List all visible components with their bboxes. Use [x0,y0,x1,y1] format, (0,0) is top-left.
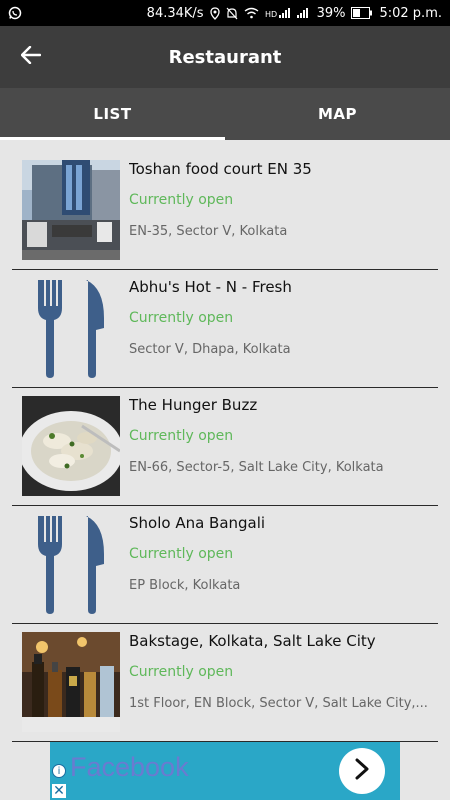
restaurant-address: 1st Floor, EN Block, Sector V, Salt Lake… [129,696,428,711]
mute-icon [226,7,238,20]
restaurant-name: Abhu's Hot - N - Fresh [129,278,292,296]
ad-banner[interactable]: i ✕ Facebook [50,742,400,800]
whatsapp-icon [8,6,22,20]
open-status: Currently open [129,664,234,680]
open-status: Currently open [129,310,234,326]
tab-map[interactable]: MAP [225,88,450,140]
list-item[interactable]: Abhu's Hot - N - Fresh Currently open Se… [12,270,438,388]
restaurant-name: Sholo Ana Bangali [129,514,266,532]
open-status: Currently open [129,428,234,444]
battery-icon [351,7,373,19]
restaurant-name: Bakstage, Kolkata, Salt Lake City [129,632,376,650]
restaurant-address: EN-35, Sector V, Kolkata [129,224,288,239]
status-bar: 84.34K/s HD 39% 5:02 p.m. [0,0,450,26]
list-item[interactable]: The Hunger Buzz Currently open EN-66, Se… [12,388,438,506]
list-item[interactable]: Toshan food court EN 35 Currently open E… [12,152,438,270]
restaurant-address: Sector V, Dhapa, Kolkata [129,342,291,357]
building-photo [22,160,120,260]
hd-signal-icon: HD [265,7,291,19]
restaurant-address: EN-66, Sector-5, Salt Lake City, Kolkata [129,460,384,475]
app-bar: Restaurant [0,26,450,88]
list-item[interactable]: Sholo Ana Bangali Currently open EP Bloc… [12,506,438,624]
tab-bar: LIST MAP [0,88,450,140]
back-button[interactable] [0,26,62,88]
battery-percent: 39% [316,5,346,21]
page-title: Restaurant [168,46,282,68]
restaurant-list: Toshan food court EN 35 Currently open E… [0,140,450,742]
open-status: Currently open [129,546,234,562]
arrow-left-icon [20,45,42,68]
restaurant-name: The Hunger Buzz [129,396,258,414]
restaurant-name: Toshan food court EN 35 [129,160,312,178]
food-photo [22,396,120,496]
svg-text:HD: HD [265,10,277,19]
clock: 5:02 p.m. [379,5,442,21]
close-icon[interactable]: ✕ [52,783,66,799]
fork-knife-icon [22,278,120,378]
info-icon[interactable]: i [52,764,66,778]
restaurant-address: EP Block, Kolkata [129,578,241,593]
network-speed: 84.34K/s [146,5,204,21]
wifi-icon [244,7,259,19]
ad-go-button[interactable] [339,748,385,794]
bar-photo [22,632,120,732]
tab-list[interactable]: LIST [0,88,225,140]
ad-text: Facebook [70,752,189,782]
fork-knife-icon [22,514,120,614]
location-icon [209,6,220,20]
chevron-right-icon [354,758,370,784]
list-item[interactable]: Bakstage, Kolkata, Salt Lake City Curren… [12,624,438,742]
signal-icon [296,7,311,19]
open-status: Currently open [129,192,234,208]
